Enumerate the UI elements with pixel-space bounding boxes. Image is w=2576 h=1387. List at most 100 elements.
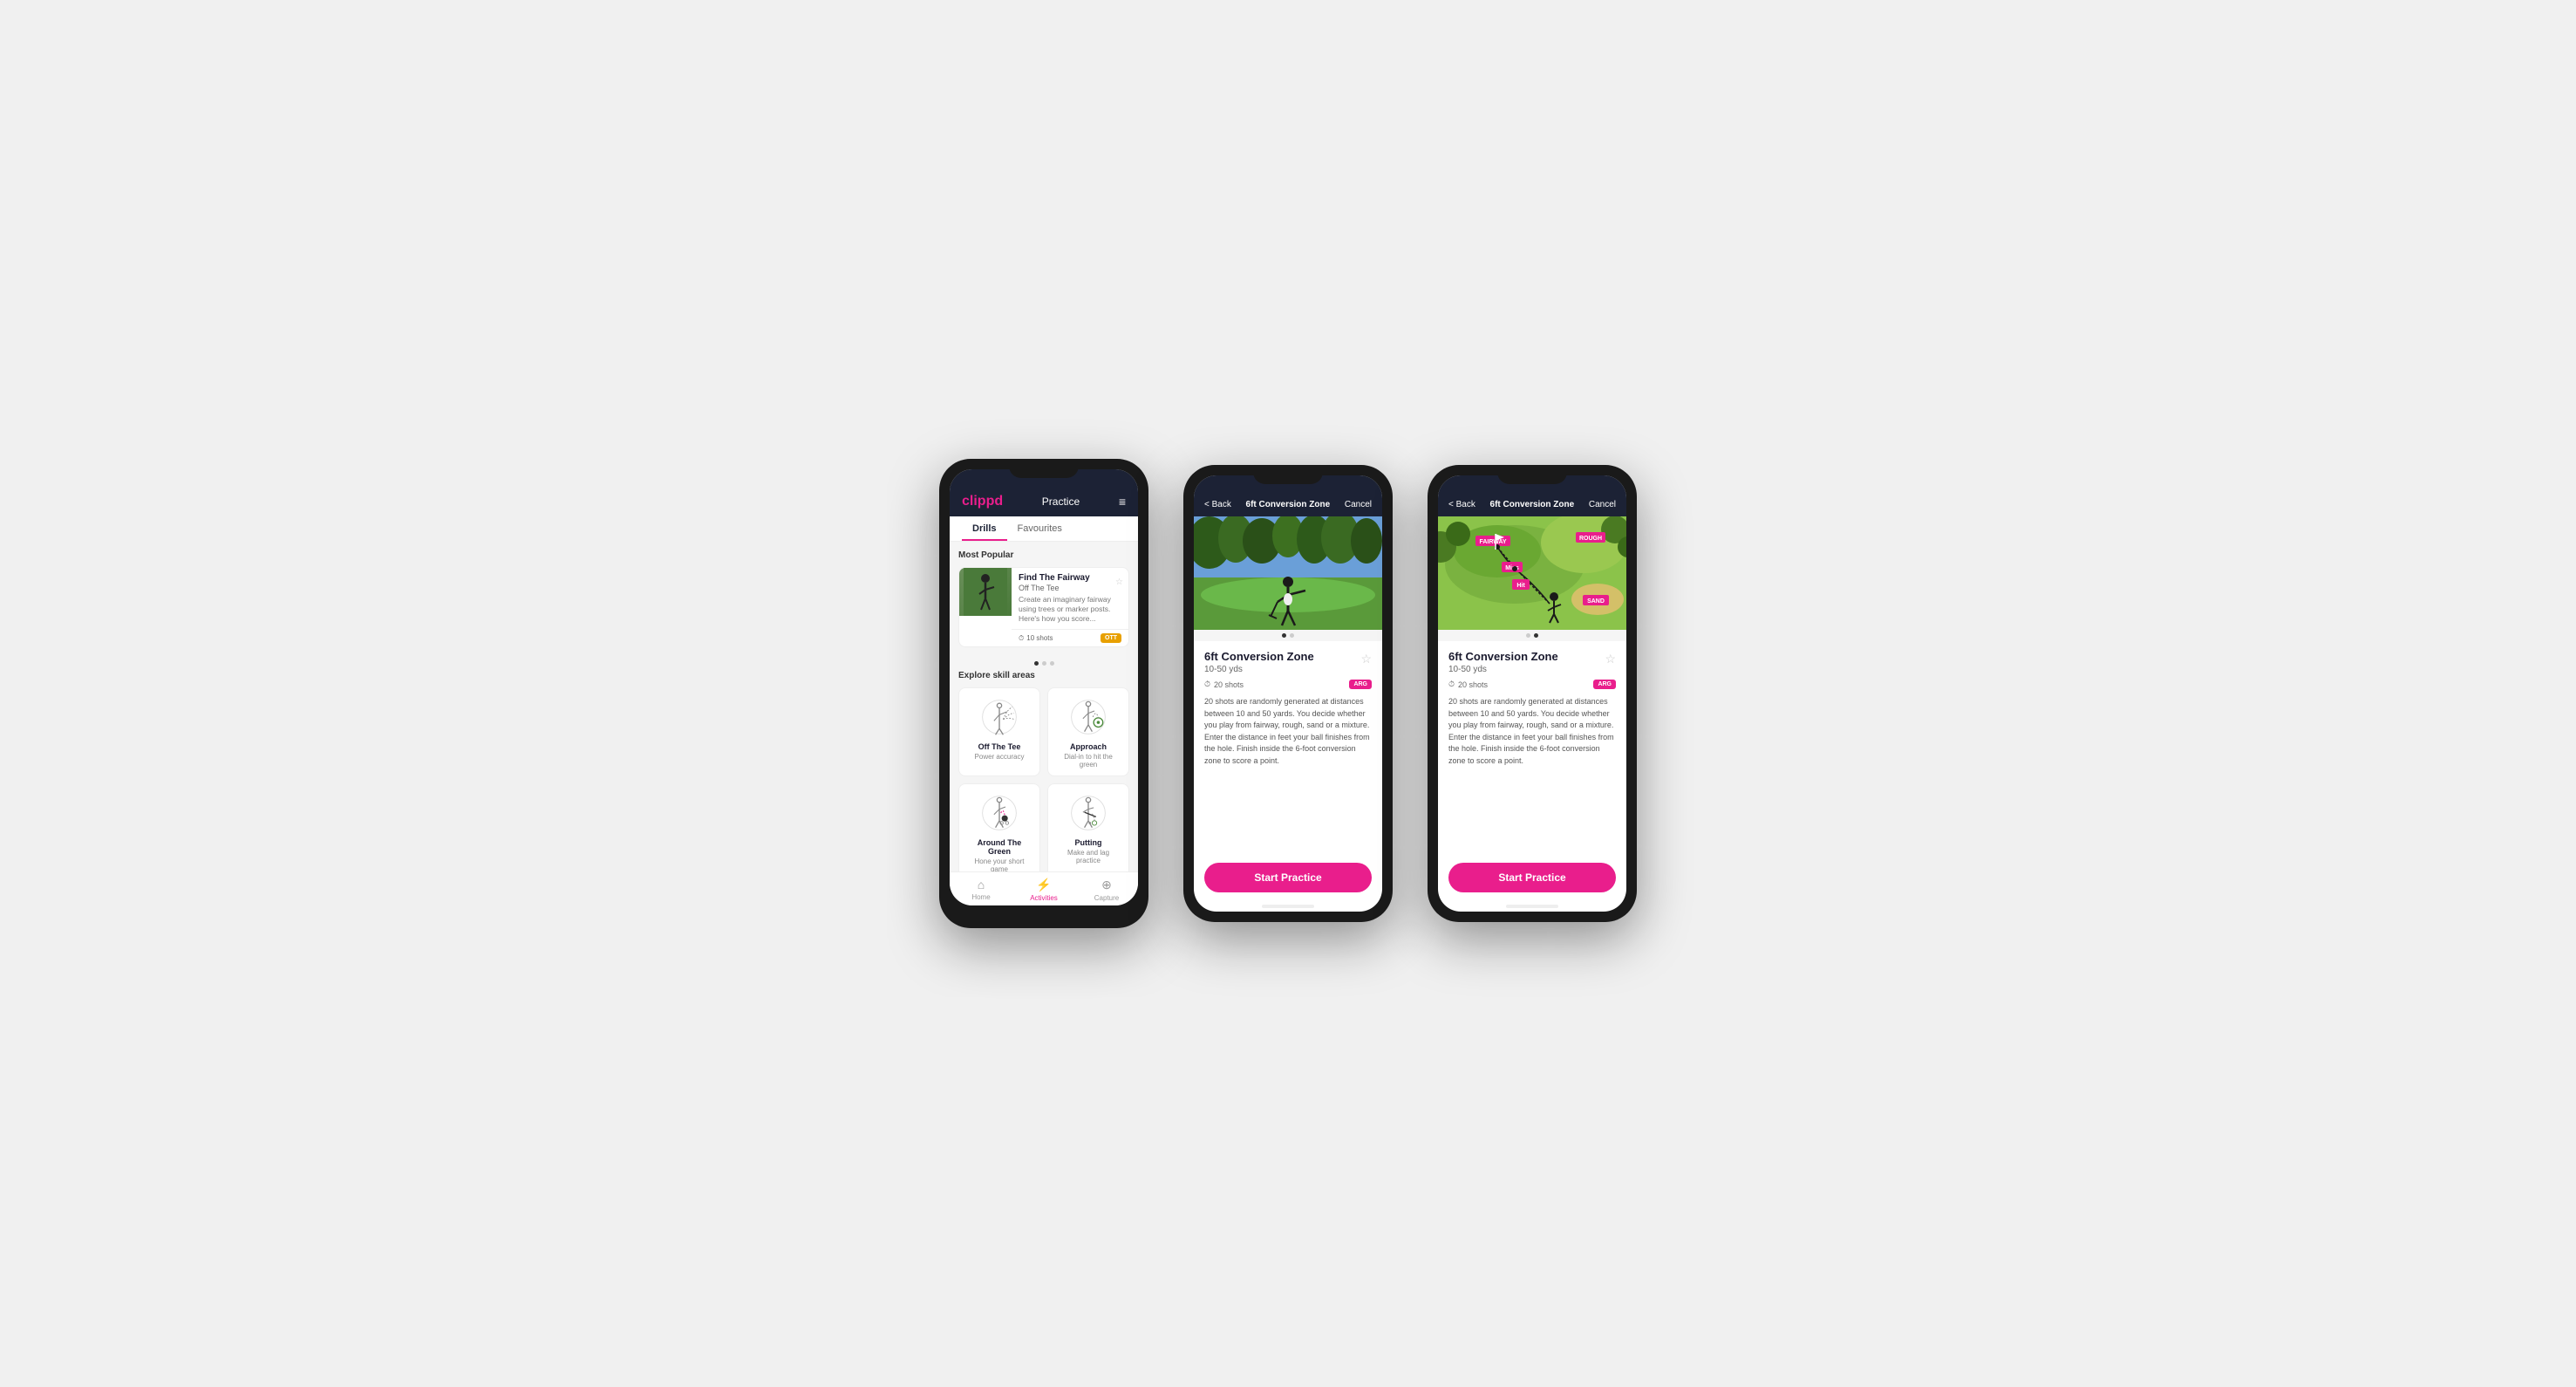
- back-button-2[interactable]: < Back: [1204, 500, 1231, 509]
- svg-text:Hit: Hit: [1516, 583, 1525, 589]
- detail-content-2: 6ft Conversion Zone 10-50 yds ☆ ⏱ 20 sho…: [1194, 641, 1382, 854]
- drill-thumbnail: [959, 568, 1012, 616]
- skill-name-atg: Around The Green: [966, 838, 1032, 856]
- approach-icon: [1069, 698, 1107, 736]
- golf-photo-2: [1194, 516, 1382, 630]
- tab-favourites[interactable]: Favourites: [1007, 516, 1073, 541]
- drill-range-2: 10-50 yds: [1204, 665, 1314, 674]
- atg-icon: [980, 794, 1019, 832]
- skill-card-ott[interactable]: Off The Tee Power accuracy: [958, 687, 1040, 776]
- detail-title-3: 6ft Conversion Zone: [1490, 500, 1575, 509]
- clock-icon-3: ⏱: [1448, 680, 1455, 689]
- tag-arg-2: ARG: [1349, 680, 1372, 689]
- dot-2: [1042, 661, 1046, 666]
- shots-count-3: 20 shots: [1458, 680, 1488, 689]
- shots-row-2: ⏱ 20 shots ARG: [1204, 680, 1372, 689]
- dot-3: [1050, 661, 1054, 666]
- back-button-3[interactable]: < Back: [1448, 500, 1475, 509]
- ott-icon-area: [978, 695, 1021, 739]
- detail-title-2: 6ft Conversion Zone: [1246, 500, 1331, 509]
- skill-name-putting: Putting: [1075, 838, 1102, 847]
- dot-1: [1034, 661, 1039, 666]
- bottom-nav: ⌂ Home ⚡ Activities ⊕ Capture: [950, 871, 1138, 905]
- skill-desc-putting: Make and lag practice: [1055, 849, 1121, 864]
- skill-card-atg[interactable]: Around The Green Hone your short game: [958, 783, 1040, 871]
- drill-footer: ⏱ 10 shots OTT: [1012, 629, 1128, 646]
- phone-notch-2: [1253, 465, 1323, 484]
- clippd-logo: clippd: [962, 494, 1003, 509]
- drill-range-3: 10-50 yds: [1448, 665, 1558, 674]
- carousel-dots-3: [1438, 630, 1626, 641]
- drill-sub: Off The Tee: [1019, 584, 1121, 592]
- nav-activities-label: Activities: [1030, 894, 1058, 902]
- home-bar-2: [1262, 905, 1314, 908]
- cancel-button-2[interactable]: Cancel: [1345, 500, 1372, 509]
- drill-description-2: 20 shots are randomly generated at dista…: [1204, 696, 1372, 767]
- drill-title-big-3: 6ft Conversion Zone: [1448, 650, 1558, 663]
- dot-3-2: [1534, 633, 1538, 638]
- home-icon: ⌂: [978, 878, 985, 892]
- start-practice-button-3[interactable]: Start Practice: [1448, 863, 1616, 892]
- drill-title-big-2: 6ft Conversion Zone: [1204, 650, 1314, 663]
- dot-2-2: [1290, 633, 1294, 638]
- drill-card-find-fairway[interactable]: Find The Fairway Off The Tee Create an i…: [958, 567, 1129, 647]
- svg-text:FAIRWAY: FAIRWAY: [1479, 539, 1506, 545]
- skill-desc-ott: Power accuracy: [975, 753, 1025, 761]
- shots-count-2: 20 shots: [1214, 680, 1244, 689]
- shots-info-3: ⏱ 20 shots: [1448, 680, 1488, 689]
- putting-icon-area: [1067, 791, 1110, 835]
- tag-ott: OTT: [1101, 633, 1121, 643]
- nav-home-label: Home: [971, 893, 990, 901]
- tabs-bar: Drills Favourites: [950, 516, 1138, 542]
- shots-count: 10 shots: [1026, 634, 1053, 642]
- phone-notch-3: [1497, 465, 1567, 484]
- skill-card-putting[interactable]: Putting Make and lag practice: [1047, 783, 1129, 871]
- detail-content-3: 6ft Conversion Zone 10-50 yds ☆ ⏱ 20 sho…: [1438, 641, 1626, 854]
- skill-desc-approach: Dial-in to hit the green: [1055, 753, 1121, 769]
- nav-capture-label: Capture: [1094, 894, 1119, 902]
- drill-desc: Create an imaginary fairway using trees …: [1019, 595, 1121, 624]
- ott-icon: [980, 698, 1019, 736]
- cancel-button-3[interactable]: Cancel: [1589, 500, 1616, 509]
- explore-label: Explore skill areas: [958, 671, 1129, 680]
- star-icon-2[interactable]: ☆: [1360, 652, 1372, 666]
- clock-icon: ⏱: [1019, 634, 1024, 643]
- drill-description-3: 20 shots are randomly generated at dista…: [1448, 696, 1616, 767]
- approach-icon-area: [1067, 695, 1110, 739]
- shots-info-2: ⏱ 20 shots: [1204, 680, 1244, 689]
- svg-text:ROUGH: ROUGH: [1579, 536, 1602, 542]
- golf-map-3: FAIRWAY ROUGH Miss Hit SAND: [1438, 516, 1626, 630]
- start-practice-button-2[interactable]: Start Practice: [1204, 863, 1372, 892]
- dot-3-1: [1526, 633, 1530, 638]
- svg-text:SAND: SAND: [1587, 598, 1605, 605]
- nav-capture[interactable]: ⊕ Capture: [1075, 878, 1138, 902]
- screen1-body: Most Popular: [950, 542, 1138, 871]
- putting-icon: [1069, 794, 1107, 832]
- nav-activities[interactable]: ⚡ Activities: [1012, 878, 1075, 902]
- hamburger-icon[interactable]: ≡: [1119, 495, 1126, 509]
- skill-card-approach[interactable]: Approach Dial-in to hit the green: [1047, 687, 1129, 776]
- tab-drills[interactable]: Drills: [962, 516, 1007, 541]
- carousel-dots: [958, 656, 1129, 671]
- drill-name: Find The Fairway: [1019, 573, 1121, 583]
- carousel-dots-2: [1194, 630, 1382, 641]
- atg-icon-area: [978, 791, 1021, 835]
- nav-home[interactable]: ⌂ Home: [950, 878, 1012, 902]
- header-title: Practice: [1042, 495, 1080, 508]
- activities-icon: ⚡: [1036, 878, 1051, 892]
- phone-1: clippd Practice ≡ Drills Favourites Most…: [939, 459, 1148, 928]
- home-bar-1: [1018, 911, 1070, 914]
- phone-2: < Back 6ft Conversion Zone Cancel: [1183, 465, 1393, 922]
- drill-info: Find The Fairway Off The Tee Create an i…: [1012, 568, 1128, 629]
- home-bar-3: [1506, 905, 1558, 908]
- star-icon-3[interactable]: ☆: [1605, 652, 1616, 666]
- clock-icon-2: ⏱: [1204, 680, 1210, 689]
- phone-notch-1: [1009, 459, 1079, 478]
- dot-2-1: [1282, 633, 1286, 638]
- skill-name-approach: Approach: [1070, 742, 1107, 751]
- capture-icon: ⊕: [1101, 878, 1112, 892]
- star-icon[interactable]: ☆: [1115, 577, 1123, 587]
- shots-label: ⏱ 10 shots: [1019, 634, 1053, 643]
- most-popular-label: Most Popular: [958, 550, 1129, 560]
- phone-3: < Back 6ft Conversion Zone Cancel: [1428, 465, 1637, 922]
